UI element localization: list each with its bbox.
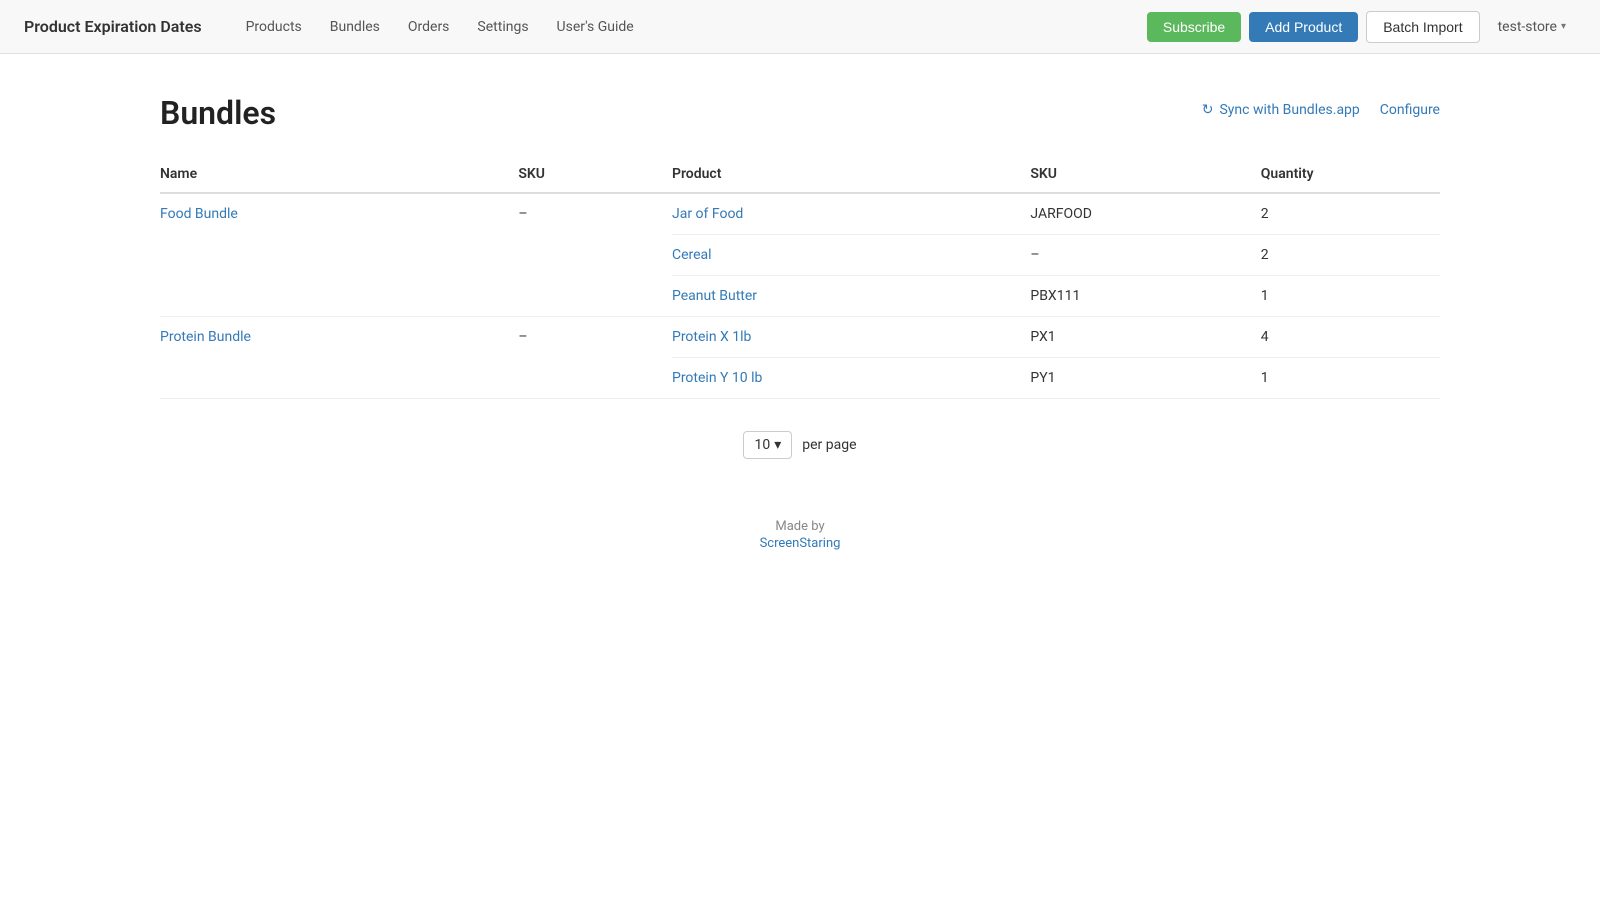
col-header-quantity: Quantity — [1261, 156, 1440, 193]
bundle-name-link[interactable]: Food Bundle — [160, 206, 238, 222]
page-title: Bundles — [160, 94, 276, 132]
product-sku: PX1 — [1030, 317, 1260, 358]
product-quantity: 2 — [1261, 235, 1440, 276]
product-quantity: 2 — [1261, 193, 1440, 235]
per-page-label: per page — [802, 437, 856, 453]
table-header: Name SKU Product SKU Quantity — [160, 156, 1440, 193]
product-name-link[interactable]: Protein Y 10 lb — [672, 370, 762, 386]
product-name-link[interactable]: Peanut Butter — [672, 288, 757, 304]
col-header-product: Product — [672, 156, 1030, 193]
store-dropdown[interactable]: test-store ▾ — [1488, 13, 1576, 41]
nav-settings[interactable]: Settings — [465, 13, 540, 41]
bundle-name-link[interactable]: Protein Bundle — [160, 329, 251, 345]
bundles-table: Name SKU Product SKU Quantity Food Bundl… — [160, 156, 1440, 399]
product-quantity: 4 — [1261, 317, 1440, 358]
footer: Made by ScreenStaring — [160, 519, 1440, 551]
batch-import-button[interactable]: Batch Import — [1366, 11, 1479, 43]
screenstaring-link[interactable]: ScreenStaring — [160, 536, 1440, 551]
configure-link[interactable]: Configure — [1380, 102, 1440, 118]
bundle-sku: – — [518, 193, 672, 317]
app-title: Product Expiration Dates — [24, 17, 202, 36]
product-sku: JARFOOD — [1030, 193, 1260, 235]
per-page-select[interactable]: 10 ▾ — [743, 431, 792, 459]
col-header-sku-product: SKU — [1030, 156, 1260, 193]
col-header-sku-bundle: SKU — [518, 156, 672, 193]
product-name-link[interactable]: Jar of Food — [672, 206, 743, 222]
nav-products[interactable]: Products — [234, 13, 314, 41]
bundle-sku: – — [518, 317, 672, 399]
header-actions: Subscribe Add Product Batch Import test-… — [1147, 11, 1576, 43]
product-sku: – — [1030, 235, 1260, 276]
subscribe-button[interactable]: Subscribe — [1147, 12, 1241, 42]
main-content: Bundles ↻ Sync with Bundles.app Configur… — [0, 54, 1600, 591]
made-by-label: Made by — [775, 519, 824, 534]
store-name: test-store — [1498, 19, 1557, 35]
sync-label: Sync with Bundles.app — [1219, 102, 1359, 118]
table-row: Food Bundle–Jar of FoodJARFOOD2 — [160, 193, 1440, 235]
nav-links: Products Bundles Orders Settings User's … — [234, 13, 1147, 41]
product-sku: PY1 — [1030, 358, 1260, 399]
pagination-area: 10 ▾ per page — [160, 431, 1440, 459]
page-header: Bundles ↻ Sync with Bundles.app Configur… — [160, 94, 1440, 132]
page-actions: ↻ Sync with Bundles.app Configure — [1202, 94, 1440, 118]
add-product-button[interactable]: Add Product — [1249, 12, 1358, 42]
nav-users-guide[interactable]: User's Guide — [545, 13, 646, 41]
header: Product Expiration Dates Products Bundle… — [0, 0, 1600, 54]
product-sku: PBX111 — [1030, 276, 1260, 317]
nav-orders[interactable]: Orders — [396, 13, 462, 41]
product-quantity: 1 — [1261, 276, 1440, 317]
product-quantity: 1 — [1261, 358, 1440, 399]
nav-bundles[interactable]: Bundles — [318, 13, 392, 41]
product-name-link[interactable]: Cereal — [672, 247, 712, 263]
chevron-down-icon: ▾ — [1561, 21, 1566, 32]
chevron-down-icon: ▾ — [774, 437, 781, 453]
per-page-value: 10 — [754, 437, 770, 453]
sync-icon: ↻ — [1202, 102, 1214, 118]
table-body: Food Bundle–Jar of FoodJARFOOD2Cereal–2P… — [160, 193, 1440, 399]
col-header-name: Name — [160, 156, 518, 193]
table-row: Protein Bundle–Protein X 1lbPX14 — [160, 317, 1440, 358]
sync-bundles-button[interactable]: ↻ Sync with Bundles.app — [1202, 102, 1360, 118]
product-name-link[interactable]: Protein X 1lb — [672, 329, 751, 345]
